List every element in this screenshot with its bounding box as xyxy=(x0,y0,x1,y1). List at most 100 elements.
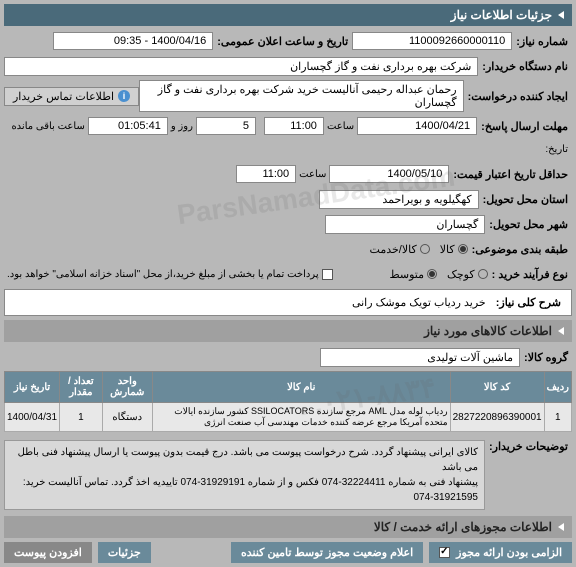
class-label: طبقه بندی موضوعی: xyxy=(468,243,572,256)
province-field: کهگیلویه و بویراحمد xyxy=(319,190,479,209)
license-section-title: اطلاعات مجوزهای ارائه خدمت / کالا xyxy=(4,516,572,538)
contact-button[interactable]: i اطلاعات تماس خریدار xyxy=(4,87,139,106)
need-no-label: شماره نیاز: xyxy=(512,35,572,48)
buyer-notes-text: کالای ایرانی پیشنهاد گردد. شرح درخواست پ… xyxy=(4,440,485,510)
validity-label: حداقل تاریخ اعتبار قیمت: xyxy=(449,168,572,181)
radio-icon xyxy=(478,269,488,279)
goods-section-title: اطلاعات کالاهای مورد نیاز xyxy=(4,320,572,342)
info-section: شماره نیاز: 1100092660000110 تاریخ و ساع… xyxy=(4,30,572,285)
td-qty: 1 xyxy=(60,403,103,432)
need-no-field: 1100092660000110 xyxy=(352,32,512,50)
row-buyer-notes: توضیحات خریدار: کالای ایرانی پیشنهاد گرد… xyxy=(4,436,572,510)
row-buyer: نام دستگاه خریدار: شرکت بهره برداری نفت … xyxy=(4,55,572,77)
license-section-header: اطلاعات مجوزهای ارائه خدمت / کالا xyxy=(374,520,552,534)
pub-datetime-label: تاریخ و ساعت اعلان عمومی: xyxy=(213,35,352,48)
attach-label: افزودن پیوست xyxy=(14,546,82,559)
days-remaining-field: 5 xyxy=(196,117,256,135)
days-label: روز و xyxy=(168,121,196,132)
deadline-date-field: 1400/04/21 xyxy=(357,117,477,135)
radio-medium-label: متوسط xyxy=(389,268,424,281)
header-title: جزئیات اطلاعات نیاز xyxy=(451,8,552,22)
city-field: گچساران xyxy=(325,215,485,234)
required-checkbox[interactable] xyxy=(439,547,450,558)
arrow-icon xyxy=(558,523,564,531)
td-date: 1400/04/31 xyxy=(5,403,60,432)
footer-row: الزامی بودن ارائه مجوز اعلام وضعیت مجوز … xyxy=(4,542,572,563)
info-icon: i xyxy=(118,90,130,102)
tarikh-label: تاریخ: xyxy=(541,144,572,155)
goods-section-header: اطلاعات کالاهای مورد نیاز xyxy=(424,324,552,338)
main-container: ParsNamadData.com ۰۲۱-۸۸۳۴... جزئیات اطل… xyxy=(0,0,576,567)
description-box: شرح کلی نیاز: خرید ردیاب تویک موشک رانی xyxy=(4,289,572,316)
group-label: گروه کالا: xyxy=(520,351,572,364)
radio-icon xyxy=(458,244,468,254)
radio-goods[interactable]: کالا xyxy=(440,243,468,256)
td-code: 2827220896390001 xyxy=(450,403,544,432)
row-tarikh: تاریخ: xyxy=(4,138,572,160)
pub-datetime-field: 1400/04/16 - 09:35 xyxy=(53,32,213,50)
creator-label: ایجاد کننده درخواست: xyxy=(464,90,572,103)
row-need-no: شماره نیاز: 1100092660000110 تاریخ و ساع… xyxy=(4,30,572,52)
radio-service-label: کالا/خدمت xyxy=(370,243,417,256)
row-process: نوع فرآیند خرید : کوچک متوسط پرداخت تمام… xyxy=(4,263,572,285)
table-row: 1 2827220896390001 ردیاب لوله مدل AML مر… xyxy=(5,403,572,432)
td-unit: دستگاه xyxy=(102,403,152,432)
validity-date-field: 1400/05/10 xyxy=(329,165,449,183)
td-row: 1 xyxy=(544,403,571,432)
time-label-2: ساعت xyxy=(296,169,329,180)
details-button[interactable]: جزئیات xyxy=(98,542,151,563)
radio-medium[interactable]: متوسط xyxy=(389,268,437,281)
city-label: شهر محل تحویل: xyxy=(485,218,572,231)
pay-note: پرداخت تمام یا بخشی از مبلغ خرید،از محل … xyxy=(4,269,322,280)
process-label: نوع فرآیند خرید : xyxy=(488,268,572,281)
auth-status-box: اعلام وضعیت مجوز توسط تامین کننده xyxy=(231,542,423,563)
time-remaining-field: 01:05:41 xyxy=(88,117,168,135)
goods-table: ردیف کد کالا نام کالا واحد شمارش تعداد /… xyxy=(4,371,572,432)
radio-icon xyxy=(427,269,437,279)
row-creator: ایجاد کننده درخواست: رحمان عبداله رحیمی … xyxy=(4,80,572,112)
creator-field: رحمان عبداله رحیمی آنالیست خرید شرکت بهر… xyxy=(139,80,464,112)
row-validity: حداقل تاریخ اعتبار قیمت: 1400/05/10 ساعت… xyxy=(4,163,572,185)
auth-label: اعلام وضعیت مجوز توسط تامین کننده xyxy=(241,546,413,559)
th-date: تاریخ نیاز xyxy=(5,372,60,403)
desc-text: خرید ردیاب تویک موشک رانی xyxy=(11,296,486,309)
th-name: نام کالا xyxy=(152,372,450,403)
radio-small-label: کوچک xyxy=(447,268,475,281)
th-unit: واحد شمارش xyxy=(102,372,152,403)
class-radio-group: کالا کالا/خدمت xyxy=(370,243,468,256)
time-label-1: ساعت xyxy=(324,121,357,132)
th-qty: تعداد / مقدار xyxy=(60,372,103,403)
row-classification: طبقه بندی موضوعی: کالا کالا/خدمت xyxy=(4,238,572,260)
deadline-label: مهلت ارسال پاسخ: xyxy=(477,120,572,133)
table-header-row: ردیف کد کالا نام کالا واحد شمارش تعداد /… xyxy=(5,372,572,403)
province-label: استان محل تحویل: xyxy=(479,193,572,206)
th-code: کد کالا xyxy=(450,372,544,403)
arrow-icon xyxy=(558,327,564,335)
buyer-label: نام دستگاه خریدار: xyxy=(478,60,572,73)
details-label: جزئیات xyxy=(108,546,141,559)
process-radio-group: کوچک متوسط xyxy=(389,268,487,281)
header-bar: جزئیات اطلاعات نیاز xyxy=(4,4,572,26)
radio-service[interactable]: کالا/خدمت xyxy=(370,243,430,256)
row-deadline: مهلت ارسال پاسخ: 1400/04/21 ساعت 11:00 5… xyxy=(4,115,572,137)
row-city: شهر محل تحویل: گچساران xyxy=(4,213,572,235)
td-name: ردیاب لوله مدل AML مرجع سازنده SSILOCATO… xyxy=(152,403,450,432)
radio-small[interactable]: کوچک xyxy=(447,268,488,281)
arrow-icon xyxy=(558,11,564,19)
radio-icon xyxy=(420,244,430,254)
radio-goods-label: کالا xyxy=(440,243,455,256)
buyer-notes-label: توضیحات خریدار: xyxy=(485,436,572,453)
group-field: ماشین آلات تولیدی xyxy=(320,348,520,367)
th-row: ردیف xyxy=(544,372,571,403)
row-group: گروه کالا: ماشین آلات تولیدی xyxy=(4,346,572,368)
required-license-box: الزامی بودن ارائه مجوز xyxy=(429,542,572,563)
row-province: استان محل تحویل: کهگیلویه و بویراحمد xyxy=(4,188,572,210)
remain-label: ساعت باقی مانده xyxy=(8,121,87,132)
attach-button[interactable]: افزودن پیوست xyxy=(4,542,92,563)
buyer-field: شرکت بهره برداری نفت و گاز گچساران xyxy=(4,57,478,76)
pay-checkbox[interactable] xyxy=(322,269,333,280)
deadline-time-field: 11:00 xyxy=(264,117,324,135)
required-label: الزامی بودن ارائه مجوز xyxy=(456,546,562,559)
desc-label: شرح کلی نیاز: xyxy=(492,296,565,309)
validity-time-field: 11:00 xyxy=(236,165,296,183)
